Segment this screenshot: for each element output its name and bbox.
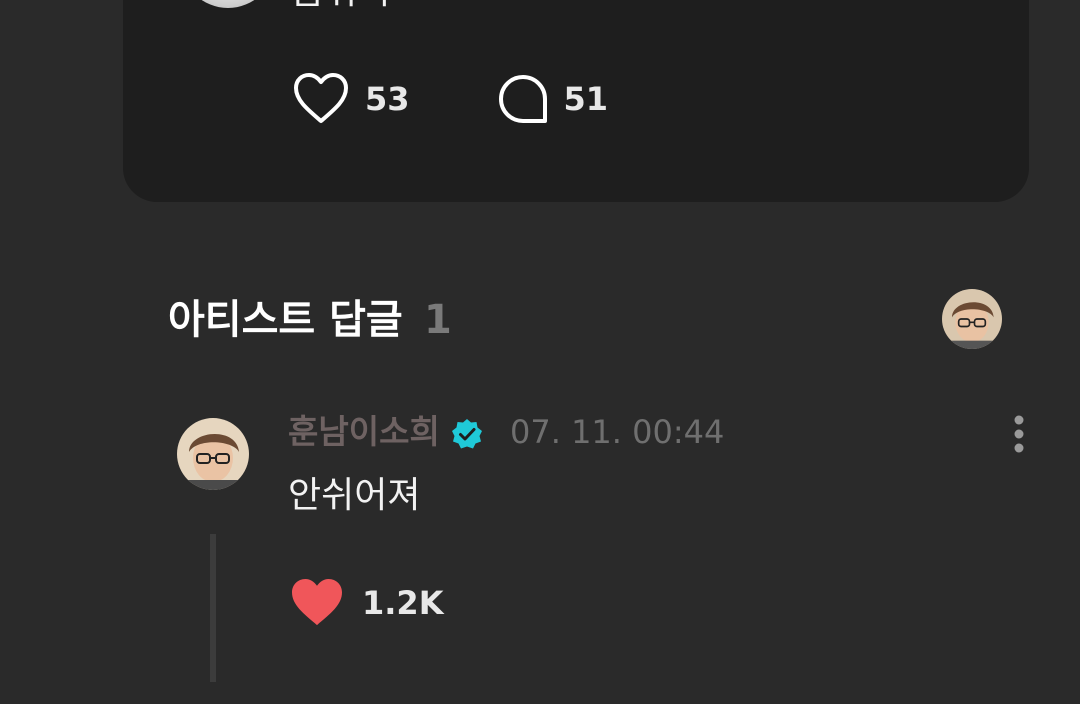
artist-avatar-image [942,289,1002,349]
thread-line [210,534,216,682]
fan-post-page: 숨쉬어 53 51 아티스트 답글 1 [0,0,1080,704]
comment-author-avatar[interactable] [177,418,249,490]
post-text: 숨쉬어 [291,0,390,14]
artist-replies-count: 1 [424,297,452,343]
comment-author-name[interactable]: 훈남이소희 [288,410,440,454]
post-like-count: 53 [365,80,410,118]
comment-like-button[interactable]: 1.2K [290,578,443,628]
verified-badge-icon [452,419,482,449]
artist-replies-title: 아티스트 답글 [168,297,403,343]
speech-bubble-icon [498,75,547,123]
comment-text: 안쉬어져 [288,475,421,516]
post-like-button[interactable]: 53 [293,73,410,125]
post-actions: 53 51 [293,72,608,126]
heart-filled-icon [292,578,342,626]
comment-timestamp: 07. 11. 00:44 [510,413,725,451]
comment-avatar-image [177,418,249,490]
post-comment-button[interactable]: 51 [498,74,609,124]
more-vertical-icon[interactable] [1004,412,1034,456]
post-card: 숨쉬어 53 51 [123,0,1029,202]
artist-avatar[interactable] [942,289,1002,349]
comment-like-count: 1.2K [362,584,444,622]
post-comment-count: 51 [563,80,609,118]
heart-outline-icon [294,73,348,123]
post-author-avatar[interactable] [181,0,275,8]
